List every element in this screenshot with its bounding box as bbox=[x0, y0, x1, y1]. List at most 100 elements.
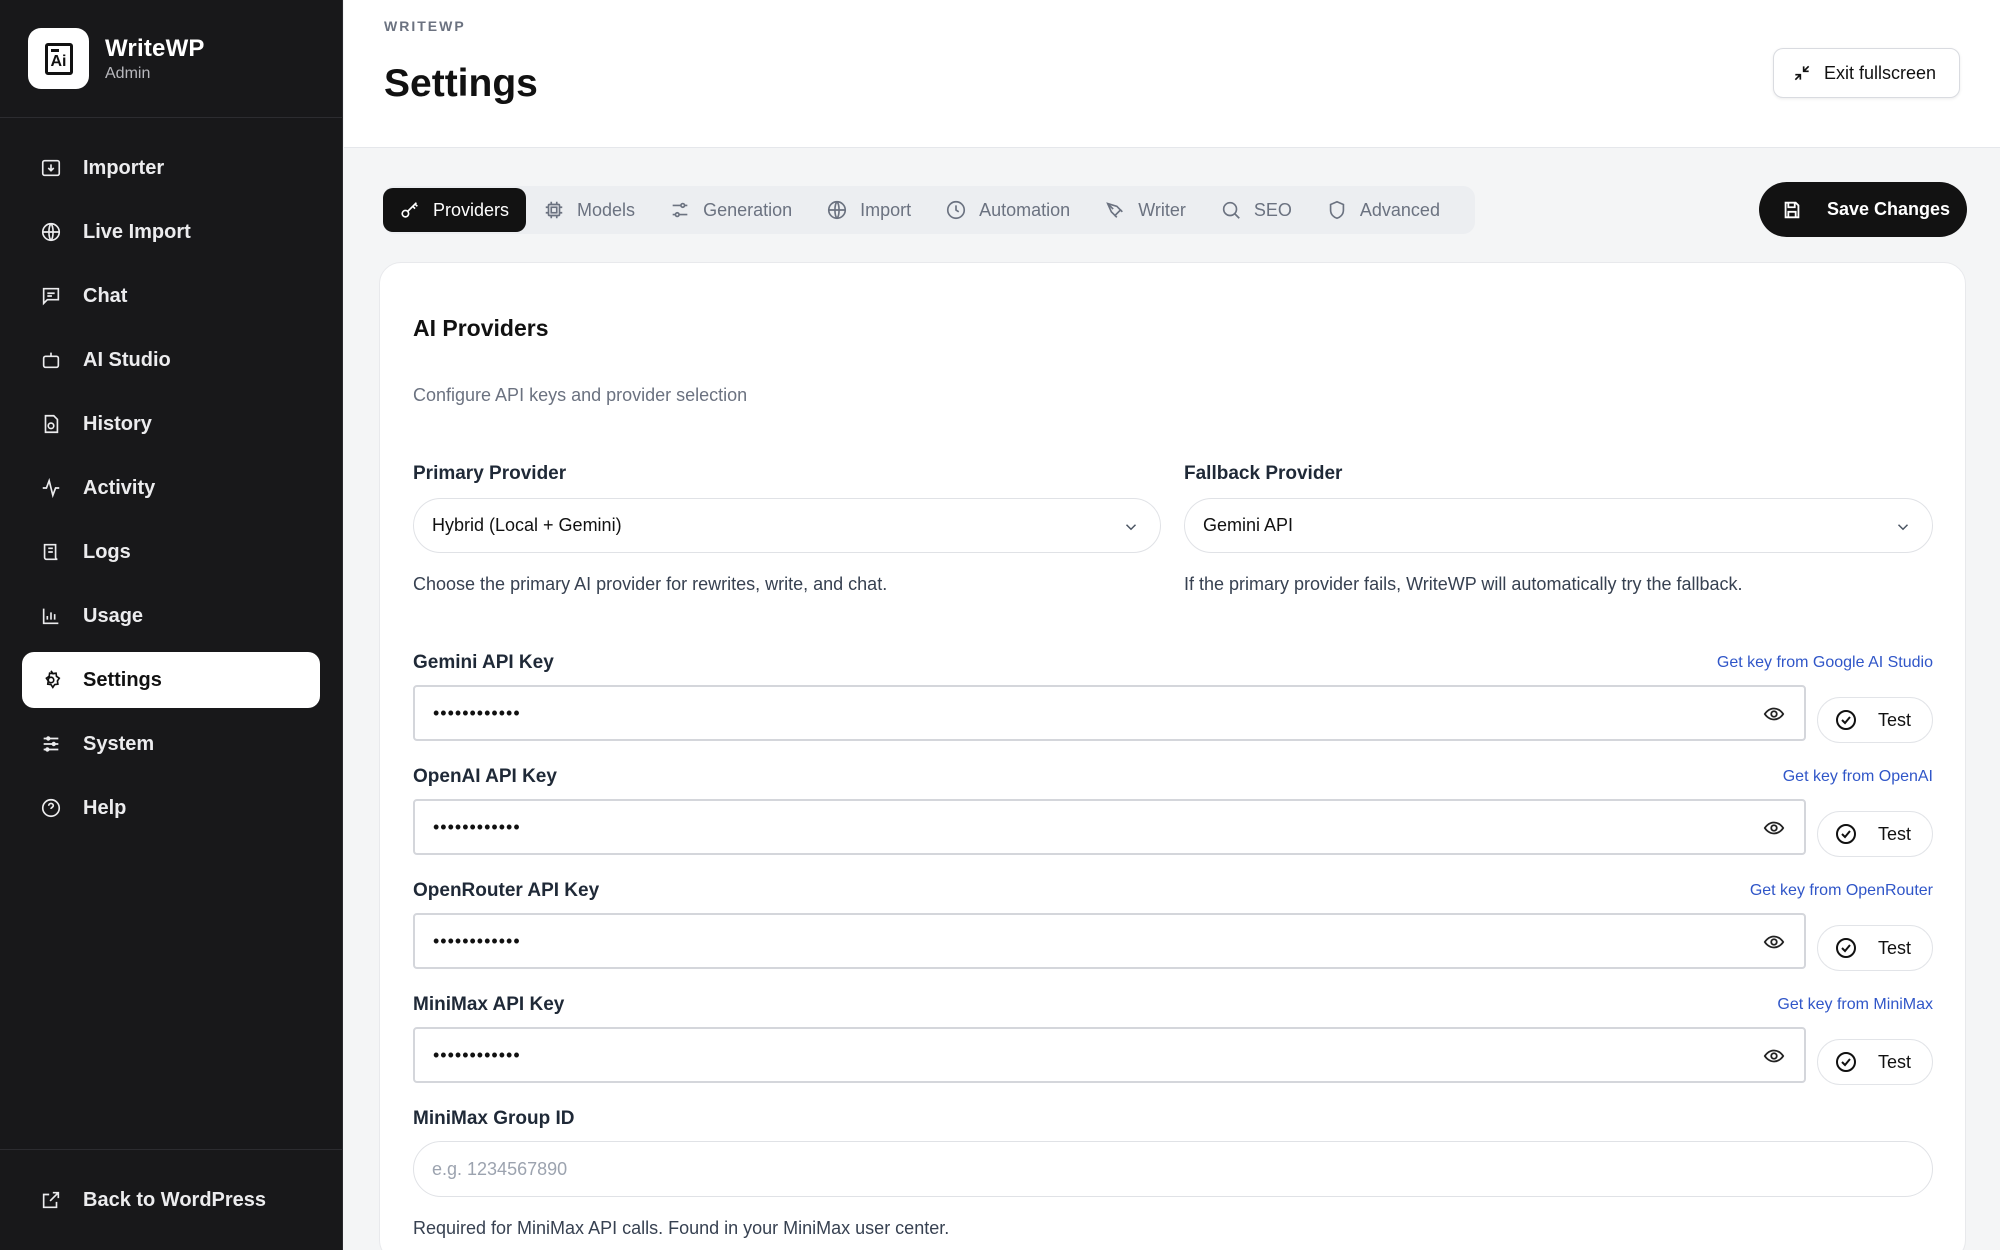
sidebar-item-label: System bbox=[83, 732, 155, 755]
sidebar: Ai WriteWP Admin Importer Live Import Ch… bbox=[0, 0, 343, 1250]
tab-models[interactable]: Models bbox=[526, 188, 652, 232]
tab-writer[interactable]: Writer bbox=[1087, 188, 1203, 232]
sidebar-nav: Importer Live Import Chat AI Studio Hist… bbox=[0, 118, 342, 836]
sidebar-item-logs[interactable]: Logs bbox=[22, 524, 320, 580]
fallback-provider-select[interactable]: Gemini API bbox=[1184, 498, 1933, 553]
tab-automation[interactable]: Automation bbox=[928, 188, 1087, 232]
sidebar-item-importer[interactable]: Importer bbox=[22, 140, 320, 196]
tab-label: Models bbox=[577, 199, 636, 220]
eye-icon[interactable] bbox=[1762, 931, 1786, 958]
brand-name: WriteWP bbox=[105, 34, 205, 62]
gemini-key-value: •••••••••••• bbox=[433, 702, 521, 723]
sidebar-item-usage[interactable]: Usage bbox=[22, 588, 320, 644]
exit-fullscreen-button[interactable]: Exit fullscreen bbox=[1773, 48, 1960, 98]
save-icon bbox=[1784, 201, 1800, 218]
sidebar-item-help[interactable]: Help bbox=[22, 780, 320, 836]
openrouter-key-input[interactable]: •••••••••••• bbox=[413, 913, 1806, 969]
minimize-icon bbox=[1794, 65, 1810, 81]
gemini-test-button[interactable]: Test bbox=[1817, 697, 1933, 743]
test-label: Test bbox=[1878, 937, 1912, 958]
chevron-down-icon bbox=[1122, 518, 1140, 541]
sidebar-item-history[interactable]: History bbox=[22, 396, 320, 452]
chip-icon bbox=[545, 201, 563, 219]
sidebar-item-label: AI Studio bbox=[83, 348, 171, 371]
check-circle-icon bbox=[1836, 710, 1856, 730]
activity-icon bbox=[39, 476, 63, 500]
openrouter-test-button[interactable]: Test bbox=[1817, 925, 1933, 971]
back-to-wordpress-label: Back to WordPress bbox=[83, 1188, 267, 1211]
sidebar-item-label: History bbox=[83, 412, 152, 435]
minimax-test-button[interactable]: Test bbox=[1817, 1039, 1933, 1085]
fallback-provider-value: Gemini API bbox=[1203, 515, 1294, 535]
globe-icon bbox=[828, 200, 847, 220]
globe-icon bbox=[39, 220, 63, 244]
shield-icon bbox=[1329, 200, 1345, 220]
minimax-group-input[interactable]: e.g. 1234567890 bbox=[413, 1141, 1933, 1197]
help-circle-icon bbox=[39, 796, 63, 820]
clock-icon bbox=[947, 200, 966, 220]
openai-key-label: OpenAI API Key bbox=[413, 766, 557, 787]
pen-icon bbox=[1106, 202, 1124, 218]
test-label: Test bbox=[1878, 823, 1912, 844]
tab-advanced[interactable]: Advanced bbox=[1309, 188, 1457, 232]
sidebar-item-activity[interactable]: Activity bbox=[22, 460, 320, 516]
openrouter-key-link[interactable]: Get key from OpenRouter bbox=[1750, 882, 1933, 900]
minimax-key-label: MiniMax API Key bbox=[413, 994, 565, 1015]
sliders-icon bbox=[672, 202, 688, 218]
sidebar-item-ai-studio[interactable]: AI Studio bbox=[22, 332, 320, 388]
tab-label: Advanced bbox=[1359, 199, 1440, 220]
minimax-key-link[interactable]: Get key from MiniMax bbox=[1777, 996, 1933, 1014]
eye-icon[interactable] bbox=[1762, 703, 1786, 730]
sidebar-item-system[interactable]: System bbox=[22, 716, 320, 772]
sidebar-item-settings[interactable]: Settings bbox=[22, 652, 320, 708]
minimax-key-value: •••••••••••• bbox=[433, 1044, 521, 1065]
brand-logo[interactable]: Ai bbox=[28, 28, 89, 89]
exit-fullscreen-label: Exit fullscreen bbox=[1824, 62, 1937, 83]
brand-subtitle: Admin bbox=[105, 64, 151, 82]
minimax-key-input[interactable]: •••••••••••• bbox=[413, 1027, 1806, 1083]
save-changes-label: Save Changes bbox=[1827, 199, 1951, 219]
fallback-provider-label: Fallback Provider bbox=[1184, 463, 1343, 484]
sidebar-item-live-import[interactable]: Live Import bbox=[22, 204, 320, 260]
minimax-group-placeholder: e.g. 1234567890 bbox=[432, 1158, 568, 1179]
bar-chart-icon bbox=[39, 604, 63, 628]
tab-providers[interactable]: Providers bbox=[383, 188, 527, 232]
breadcrumb: WRITEWP bbox=[384, 18, 466, 34]
tab-label: Providers bbox=[433, 199, 510, 220]
ai-providers-card: AI Providers Configure API keys and prov… bbox=[379, 262, 1966, 1250]
primary-provider-select[interactable]: Hybrid (Local + Gemini) bbox=[413, 498, 1161, 553]
tab-label: Writer bbox=[1138, 199, 1186, 220]
page-title: Settings bbox=[384, 62, 538, 105]
tab-import[interactable]: Import bbox=[809, 188, 928, 232]
tab-seo[interactable]: SEO bbox=[1203, 188, 1309, 232]
sidebar-item-chat[interactable]: Chat bbox=[22, 268, 320, 324]
gemini-key-input[interactable]: •••••••••••• bbox=[413, 685, 1806, 741]
tab-label: Automation bbox=[979, 199, 1071, 220]
eye-icon[interactable] bbox=[1762, 817, 1786, 844]
tab-label: SEO bbox=[1253, 199, 1292, 220]
openai-key-input[interactable]: •••••••••••• bbox=[413, 799, 1806, 855]
gemini-key-link[interactable]: Get key from Google AI Studio bbox=[1717, 654, 1933, 672]
openrouter-key-value: •••••••••••• bbox=[433, 930, 521, 951]
sidebar-item-label: Activity bbox=[83, 476, 156, 499]
primary-provider-value: Hybrid (Local + Gemini) bbox=[432, 515, 622, 535]
sidebar-item-label: Importer bbox=[83, 156, 165, 179]
tab-label: Import bbox=[860, 199, 912, 220]
robot-icon bbox=[39, 348, 63, 372]
sidebar-item-label: Settings bbox=[83, 668, 162, 691]
eye-icon[interactable] bbox=[1762, 1045, 1786, 1072]
import-icon bbox=[39, 156, 63, 180]
sidebar-item-label: Chat bbox=[83, 284, 128, 307]
openai-key-value: •••••••••••• bbox=[433, 816, 521, 837]
openai-test-button[interactable]: Test bbox=[1817, 811, 1933, 857]
sidebar-item-label: Help bbox=[83, 796, 127, 819]
tab-label: Generation bbox=[703, 199, 793, 220]
brand-text: WriteWP Admin bbox=[105, 35, 205, 83]
openai-key-link[interactable]: Get key from OpenAI bbox=[1783, 768, 1933, 786]
save-changes-button[interactable]: Save Changes bbox=[1759, 182, 1967, 237]
sidebar-item-label: Usage bbox=[83, 604, 144, 627]
test-label: Test bbox=[1878, 1051, 1912, 1072]
openrouter-key-label: OpenRouter API Key bbox=[413, 880, 600, 901]
tab-generation[interactable]: Generation bbox=[652, 188, 809, 232]
back-to-wordpress-link[interactable]: Back to WordPress bbox=[22, 1172, 320, 1228]
